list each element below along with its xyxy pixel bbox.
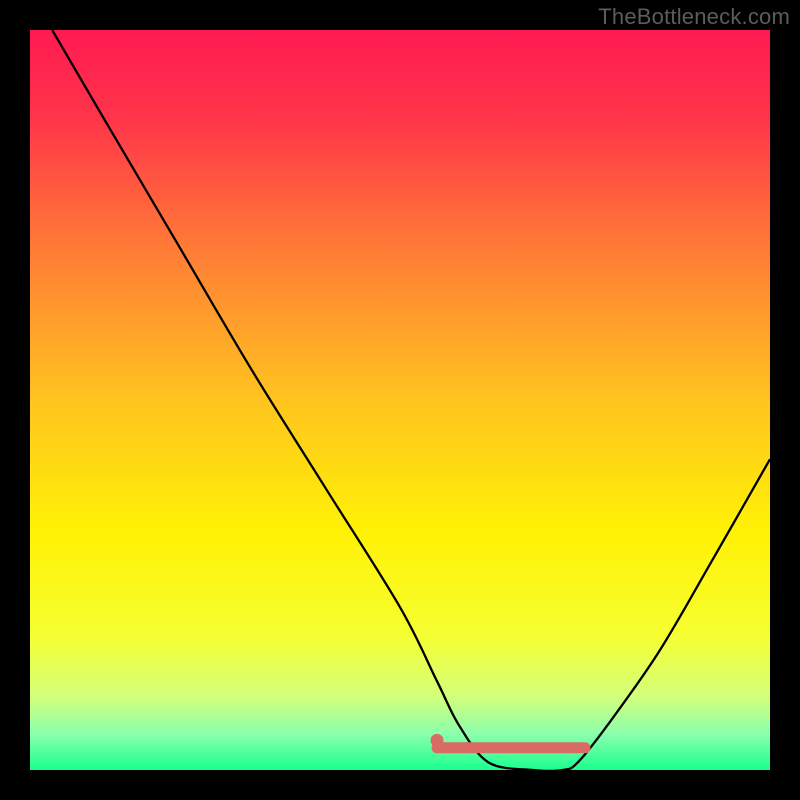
optimal-point-marker: [431, 734, 444, 747]
bottleneck-curve: [52, 30, 770, 770]
chart-frame: TheBottleneck.com: [0, 0, 800, 800]
curve-layer: [30, 30, 770, 770]
plot-area: [30, 30, 770, 770]
watermark-text: TheBottleneck.com: [598, 4, 790, 30]
